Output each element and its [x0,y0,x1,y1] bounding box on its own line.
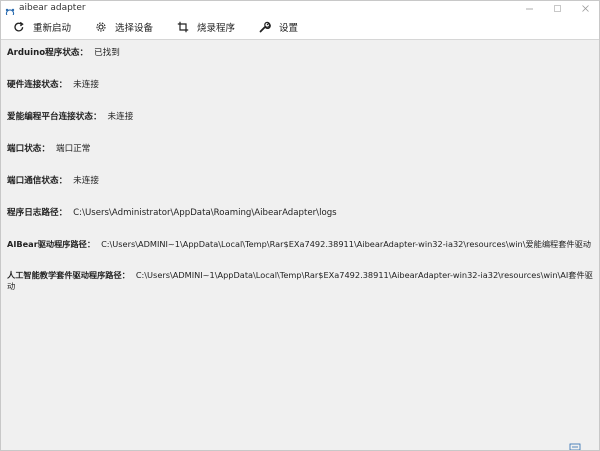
status-label: 程序日志路径： [7,208,68,218]
window-title: aibear adapter [19,3,86,13]
settings-button-label: 设置 [279,23,299,34]
status-row-arduino: Arduino程序状态： 已找到 [7,48,120,59]
close-button[interactable] [571,1,599,15]
status-row-ai-kit-driver: 人工智能教学套件驱动程序路径： C:\Users\ADMINI~1\AppData… [7,270,599,292]
status-row-port-comm: 端口通信状态： 未连接 [7,176,99,187]
wrench-icon [259,21,271,33]
select-device-button[interactable]: 选择设备 [95,15,153,39]
crop-icon [177,21,189,33]
status-value: 未连接 [107,112,134,122]
status-row-hardware: 硬件连接状态： 未连接 [7,80,99,91]
status-label: 人工智能教学套件驱动程序路径： [7,270,130,280]
status-value: 端口正常 [55,144,91,154]
status-value: C:\Users\ADMINI~1\AppData\Local\Temp\Rar… [101,239,591,249]
select-device-button-label: 选择设备 [115,23,154,34]
title-bar: aibear adapter [1,1,599,18]
status-value: 未连接 [73,176,99,186]
window-controls [515,1,599,15]
status-panel: Arduino程序状态： 已找到 硬件连接状态： 未连接 爱能编程平台连接状态： 未连… [1,40,599,450]
app-window: aibear adapter 重新启动 选择设备 烧录程序 设置 Arduino… [0,0,600,451]
status-row-platform: 爱能编程平台连接状态： 未连接 [7,112,133,123]
status-label: 爱能编程平台连接状态： [7,112,102,122]
resize-grip-icon [569,436,581,450]
status-row-aibear-driver: AIBear驱动程序路径： C:\Users\ADMINI~1\AppData\L… [7,239,591,250]
toolbar: 重新启动 选择设备 烧录程序 设置 [1,15,599,40]
status-row-port: 端口状态： 端口正常 [7,144,90,155]
status-value: 已找到 [94,48,120,58]
gear-icon [95,21,107,33]
settings-button[interactable]: 设置 [259,15,298,39]
status-value: 未连接 [73,80,99,90]
burn-program-button-label: 烧录程序 [197,23,236,34]
restart-button-label: 重新启动 [33,23,72,34]
status-value: C:\Users\Administrator\AppData\Roaming\A… [73,208,337,218]
status-label: 端口通信状态： [7,176,68,186]
app-logo-icon [5,3,15,18]
status-row-log-path: 程序日志路径： C:\Users\Administrator\AppData\Ro… [7,208,337,219]
status-label: 端口状态： [7,144,50,154]
refresh-icon [13,21,25,33]
status-label: Arduino程序状态： [7,48,89,58]
burn-program-button[interactable]: 烧录程序 [177,15,235,39]
minimize-button[interactable] [515,1,543,15]
status-label: 硬件连接状态： [7,80,68,90]
restart-button[interactable]: 重新启动 [13,15,71,39]
status-label: AIBear驱动程序路径： [7,239,96,249]
maximize-button[interactable] [543,1,571,15]
